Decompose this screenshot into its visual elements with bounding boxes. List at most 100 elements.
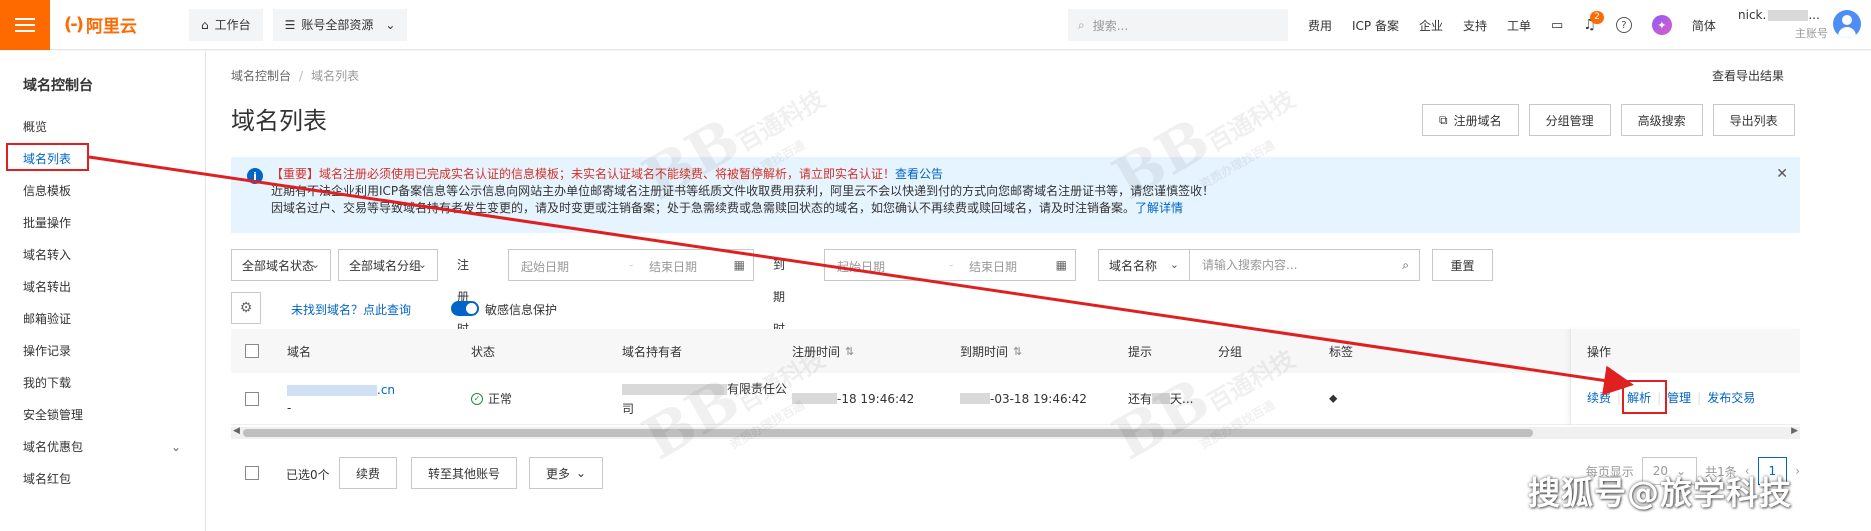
search-field-value: 域名名称 — [1109, 258, 1158, 273]
col-exp-time-label: 到期时间 — [960, 344, 1009, 359]
sidebar-item-security-lock[interactable]: 安全锁管理 — [0, 399, 205, 431]
tag-icon[interactable]: ⬥ — [1329, 373, 1337, 424]
sidebar-item-email-verify[interactable]: 邮箱验证 — [0, 303, 205, 335]
check-circle-icon: ✓ — [471, 392, 483, 405]
account-resources-label: 账号全部资源 — [301, 18, 374, 32]
calendar-icon: ▦ — [1055, 258, 1067, 272]
link-icp[interactable]: ICP 备案 — [1352, 17, 1399, 34]
reg-time-text: -18 19:46:42 — [837, 391, 915, 406]
link-enterprise[interactable]: 企业 — [1419, 17, 1443, 34]
ai-assistant-icon[interactable]: ✦ — [1651, 15, 1672, 35]
link-ticket[interactable]: 工单 — [1507, 17, 1531, 34]
sensitive-info-label: 敏感信息保护 — [485, 303, 558, 317]
user-info[interactable]: nick.... 主账号 — [1738, 8, 1828, 41]
col-reg-time[interactable]: 注册时间 ⇅ — [792, 329, 854, 373]
hamburger-menu-icon[interactable] — [0, 0, 50, 50]
export-list-button[interactable]: 导出列表 — [1712, 104, 1795, 136]
more-button[interactable]: 更多 ⌄ — [529, 457, 604, 489]
notice-line-1: 【重要】域名注册必须使用已完成实名认证的信息模板；未实名认证域名不能续费、将被暂… — [271, 166, 1800, 183]
batch-renew-button[interactable]: 续费 — [339, 457, 398, 489]
aliyun-logo[interactable]: (-) 阿里云 — [64, 12, 179, 37]
breadcrumb-console[interactable]: 域名控制台 — [231, 69, 291, 83]
domain-search-input[interactable]: 请输入搜索内容... ⌕ — [1189, 249, 1420, 281]
group-filter-select[interactable]: 全部域名分组 ⌄ — [338, 249, 438, 281]
sidebar-item-transfer-out[interactable]: 域名转出 — [0, 271, 205, 303]
account-resources-dropdown[interactable]: ☰ 账号全部资源 ⌄ — [272, 8, 408, 41]
search-field-select[interactable]: 域名名称 ⌄ — [1098, 249, 1190, 281]
sidebar-item-red-packet[interactable]: 域名红包 — [0, 463, 205, 495]
chevron-down-icon: ⌄ — [385, 17, 396, 32]
domain-link[interactable]: .cn — [377, 383, 395, 397]
next-page-icon[interactable]: › — [1795, 464, 1800, 478]
close-icon[interactable]: ✕ — [1776, 166, 1788, 183]
avatar[interactable] — [1833, 10, 1861, 38]
sidebar-title: 域名控制台 — [23, 78, 93, 94]
workbench-button[interactable]: ⌂ 工作台 — [189, 8, 263, 41]
notice-announcement-link[interactable]: 查看公告 — [895, 167, 943, 181]
chevron-down-icon: ⌄ — [170, 440, 181, 454]
help-icon[interactable]: ? — [1615, 17, 1632, 33]
col-group: 分组 — [1218, 344, 1243, 359]
publish-trade-link[interactable]: 发布交易 — [1707, 391, 1755, 405]
advanced-search-button[interactable]: 高级搜索 — [1620, 104, 1703, 136]
chevron-down-icon: ⌄ — [576, 466, 587, 480]
notice-learn-more-link[interactable]: 了解详情 — [1135, 201, 1183, 215]
logo-text: 阿里云 — [85, 17, 137, 37]
export-result-link[interactable]: 查看导出结果 — [1712, 67, 1784, 84]
renew-link[interactable]: 续费 — [1587, 391, 1611, 405]
row-checkbox[interactable] — [245, 373, 259, 424]
gear-icon[interactable]: ⚙ — [231, 292, 261, 324]
register-label: 注册域名 — [1453, 113, 1502, 128]
link-fees[interactable]: 费用 — [1308, 17, 1332, 34]
transfer-account-button[interactable]: 转至其他账号 — [411, 457, 518, 489]
horizontal-scrollbar[interactable]: ◀ ▶ — [231, 426, 1800, 439]
search-icon[interactable]: ⌕ — [1402, 250, 1409, 280]
manage-link[interactable]: 管理 — [1667, 391, 1691, 405]
global-search-input[interactable]: ⌕ 搜索... — [1068, 9, 1288, 41]
blurred-date — [960, 393, 990, 404]
sidebar-item-info-template[interactable]: 信息模板 — [0, 175, 205, 207]
status-cell: ✓ 正常 — [471, 373, 512, 424]
reset-button[interactable]: 重置 — [1432, 249, 1493, 281]
scroll-thumb[interactable] — [243, 429, 1533, 437]
workbench-label: 工作台 — [214, 18, 251, 32]
group-filter-value: 全部域名分组 — [349, 258, 422, 273]
link-support[interactable]: 支持 — [1463, 17, 1487, 34]
sidebar-item-op-log[interactable]: 操作记录 — [0, 335, 205, 367]
reg-end-date: 结束日期 — [649, 260, 698, 274]
group-manage-button[interactable]: 分组管理 — [1528, 104, 1611, 136]
sidebar-item-transfer-in[interactable]: 域名转入 — [0, 239, 205, 271]
exp-time-text: -03-18 19:46:42 — [990, 391, 1087, 406]
breadcrumb-current: 域名列表 — [311, 69, 360, 83]
status-filter-select[interactable]: 全部域名状态 ⌄ — [231, 249, 331, 281]
reg-time-cell: -18 19:46:42 — [792, 373, 914, 424]
domain-table: 域名 状态 域名持有者 注册时间 ⇅ 到期时间 ⇅ 提示 分组 标签 操作 .cn … — [231, 329, 1800, 425]
not-found-query-link[interactable]: 未找到域名？点此查询 — [291, 301, 411, 318]
terminal-icon[interactable]: ▭ — [1551, 18, 1563, 33]
sidebar-item-overview[interactable]: 概览 — [0, 111, 205, 143]
sort-icon[interactable]: ⇅ — [1013, 345, 1022, 358]
highlight-box-resolve — [1622, 380, 1667, 414]
reg-time-range[interactable]: 起始日期 - 结束日期 ▦ — [508, 249, 754, 281]
scroll-left-icon[interactable]: ◀ — [233, 426, 240, 436]
sort-icon[interactable]: ⇅ — [845, 345, 854, 358]
sidebar-item-batch[interactable]: 批量操作 — [0, 207, 205, 239]
more-label: 更多 — [546, 466, 571, 481]
sidebar-item-discount-pack[interactable]: 域名优惠包 ⌄ — [0, 431, 205, 463]
select-all-checkbox[interactable] — [245, 329, 259, 373]
scroll-right-icon[interactable]: ▶ — [1791, 426, 1798, 436]
exp-time-range[interactable]: 起始日期 - 结束日期 ▦ — [824, 249, 1076, 281]
language-switch[interactable]: 简体 — [1692, 17, 1716, 34]
sohu-watermark: 搜狐号@旅学科技 — [1528, 474, 1793, 512]
owner-line-2: 司 — [622, 402, 635, 416]
bell-icon[interactable]: ♫ 2 — [1583, 11, 1604, 33]
sidebar: 域名控制台 概览 域名列表 信息模板 批量操作 域名转入 域名转出 邮箱验证 操… — [0, 51, 206, 531]
notice-line-3-text: 因域名过户、交易等导致域名持有者发生变更的，请及时变更或注销备案；处于急需续费或… — [271, 201, 1136, 215]
domain-cell: .cn - — [287, 373, 395, 424]
blurred-owner — [622, 384, 727, 395]
sidebar-item-downloads[interactable]: 我的下载 — [0, 367, 205, 399]
register-domain-button[interactable]: ⧉ 注册域名 — [1422, 104, 1519, 136]
sensitive-info-toggle[interactable] — [451, 301, 479, 316]
footer-select-all-checkbox[interactable] — [245, 466, 259, 483]
col-exp-time[interactable]: 到期时间 ⇅ — [960, 329, 1022, 373]
